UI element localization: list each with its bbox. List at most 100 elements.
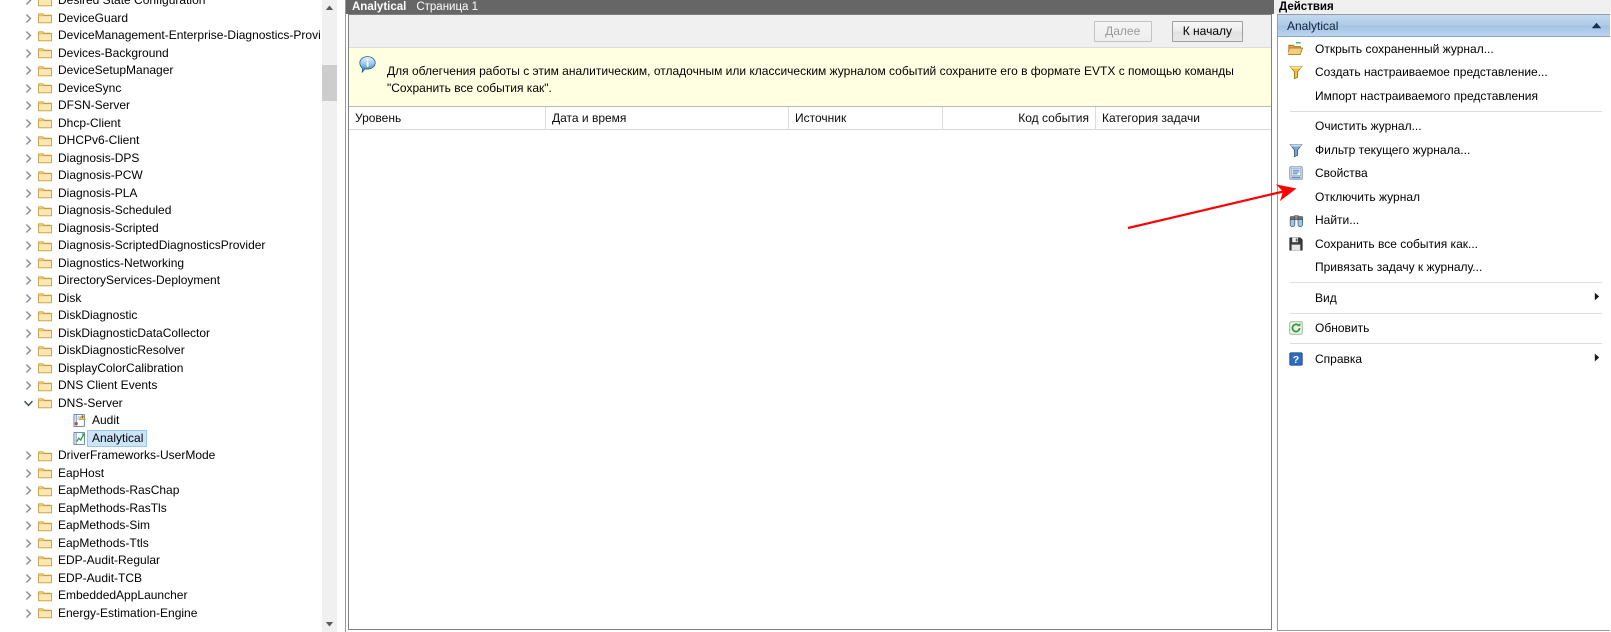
action-item[interactable]: Отключить журнал bbox=[1278, 185, 1610, 209]
tree-item[interactable]: EapMethods-Ttls bbox=[0, 535, 340, 553]
chevron-right-icon[interactable] bbox=[20, 189, 36, 198]
action-item[interactable]: Импорт настраиваемого представления bbox=[1278, 84, 1610, 108]
column-header[interactable]: Код события bbox=[943, 106, 1096, 130]
tree-item[interactable]: Analytical bbox=[0, 429, 340, 448]
tree-item[interactable]: DiskDiagnosticResolver bbox=[0, 342, 340, 360]
tree-item[interactable]: DNS Client Events bbox=[0, 377, 340, 395]
chevron-right-icon[interactable] bbox=[20, 259, 36, 268]
chevron-right-icon[interactable] bbox=[20, 311, 36, 320]
chevron-right-icon[interactable] bbox=[20, 486, 36, 495]
action-item[interactable]: Фильтр текущего журнала... bbox=[1278, 138, 1610, 162]
tree-item[interactable]: Dhcp-Client bbox=[0, 115, 340, 133]
action-item[interactable]: Сохранить все события как... bbox=[1278, 232, 1610, 256]
column-header[interactable]: Дата и время bbox=[546, 106, 789, 130]
tree-item[interactable]: DeviceGuard bbox=[0, 10, 340, 28]
tree-item[interactable]: DeviceManagement-Enterprise-Diagnostics-… bbox=[0, 27, 340, 45]
chevron-up-icon[interactable] bbox=[1591, 21, 1602, 31]
column-header[interactable]: Уровень bbox=[349, 106, 546, 130]
chevron-right-icon[interactable] bbox=[20, 609, 36, 618]
tree-item[interactable]: DFSN-Server bbox=[0, 97, 340, 115]
tree-item[interactable]: DHCPv6-Client bbox=[0, 132, 340, 150]
tree-item[interactable]: Devices-Background bbox=[0, 45, 340, 63]
tree-item[interactable]: Desired State Configuration bbox=[0, 0, 340, 10]
chevron-down-icon[interactable] bbox=[20, 400, 36, 407]
actions-list[interactable]: Открыть сохраненный журнал... Создать нас… bbox=[1278, 37, 1610, 371]
tree-item[interactable]: DisplayColorCalibration bbox=[0, 360, 340, 378]
chevron-right-icon[interactable] bbox=[20, 521, 36, 530]
tree-item[interactable]: EmbeddedAppLauncher bbox=[0, 587, 340, 605]
tree-item[interactable]: DirectoryServices-Deployment bbox=[0, 272, 340, 290]
chevron-right-icon[interactable] bbox=[20, 14, 36, 23]
column-header[interactable]: Категория задачи bbox=[1096, 107, 1274, 130]
tree-item[interactable]: EDP-Audit-TCB bbox=[0, 570, 340, 588]
scroll-thumb[interactable] bbox=[322, 65, 337, 101]
go-to-top-button[interactable]: К началу bbox=[1171, 20, 1243, 42]
chevron-right-icon[interactable] bbox=[20, 329, 36, 338]
tree-item[interactable]: Diagnosis-PCW bbox=[0, 167, 340, 185]
chevron-right-icon[interactable] bbox=[20, 276, 36, 285]
chevron-right-icon[interactable] bbox=[20, 49, 36, 58]
scroll-up-arrow-icon[interactable] bbox=[322, 0, 337, 16]
chevron-right-icon[interactable] bbox=[20, 136, 36, 145]
tree-item[interactable]: EapHost bbox=[0, 465, 340, 483]
tree-item[interactable]: DeviceSync bbox=[0, 80, 340, 98]
chevron-right-icon[interactable] bbox=[20, 0, 36, 5]
chevron-right-icon[interactable] bbox=[20, 224, 36, 233]
event-log-tree[interactable]: Desired State Configuration DeviceGuard De… bbox=[0, 0, 340, 622]
chevron-right-icon[interactable] bbox=[20, 381, 36, 390]
scroll-down-arrow-icon[interactable] bbox=[322, 616, 337, 632]
action-item[interactable]: Привязать задачу к журналу... bbox=[1278, 256, 1610, 280]
action-item[interactable]: Найти... bbox=[1278, 209, 1610, 233]
tree-item[interactable]: Diagnosis-PLA bbox=[0, 185, 340, 203]
chevron-right-icon[interactable] bbox=[20, 66, 36, 75]
column-header[interactable]: Источник bbox=[789, 106, 943, 130]
chevron-right-icon[interactable] bbox=[20, 241, 36, 250]
action-item[interactable]: Очистить журнал... bbox=[1278, 115, 1610, 139]
events-table-header[interactable]: Уровень Дата и время Источник Код события Ка… bbox=[349, 106, 1274, 130]
chevron-right-icon[interactable] bbox=[20, 206, 36, 215]
tree-item[interactable]: Diagnostics-Networking bbox=[0, 255, 340, 273]
chevron-right-icon[interactable] bbox=[20, 294, 36, 303]
tree-item[interactable]: EapMethods-RasChap bbox=[0, 482, 340, 500]
tree-item[interactable]: DriverFrameworks-UserMode bbox=[0, 447, 340, 465]
chevron-right-icon[interactable] bbox=[20, 591, 36, 600]
tree-vertical-scrollbar[interactable] bbox=[322, 0, 337, 632]
tree-item[interactable]: DeviceSetupManager bbox=[0, 62, 340, 80]
tree-item[interactable]: Diagnosis-ScriptedDiagnosticsProvider bbox=[0, 237, 340, 255]
action-item[interactable]: Открыть сохраненный журнал... bbox=[1278, 37, 1610, 61]
chevron-right-icon[interactable] bbox=[20, 451, 36, 460]
action-item[interactable]: ? Справка bbox=[1278, 347, 1610, 371]
chevron-right-icon[interactable] bbox=[20, 364, 36, 373]
chevron-right-icon[interactable] bbox=[20, 31, 36, 40]
tree-item[interactable]: DiskDiagnosticDataCollector bbox=[0, 325, 340, 343]
tree-item[interactable]: Diagnosis-DPS bbox=[0, 150, 340, 168]
chevron-right-icon[interactable] bbox=[20, 154, 36, 163]
tree-item[interactable]: EDP-Audit-Regular bbox=[0, 552, 340, 570]
chevron-right-icon[interactable] bbox=[20, 84, 36, 93]
tree-item[interactable]: EapMethods-RasTls bbox=[0, 500, 340, 518]
chevron-right-icon[interactable] bbox=[20, 574, 36, 583]
chevron-right-icon[interactable] bbox=[20, 504, 36, 513]
chevron-right-icon[interactable] bbox=[20, 539, 36, 548]
chevron-right-icon[interactable] bbox=[20, 469, 36, 478]
chevron-right-icon[interactable] bbox=[20, 346, 36, 355]
actions-group-header[interactable]: Analytical bbox=[1278, 15, 1610, 37]
action-item[interactable]: Вид bbox=[1278, 286, 1610, 310]
tree-item[interactable]: Audit bbox=[0, 412, 340, 430]
next-page-button[interactable]: Далее bbox=[1093, 20, 1152, 42]
tree-item[interactable]: Diagnosis-Scheduled bbox=[0, 202, 340, 220]
tree-item[interactable]: DNS-Server bbox=[0, 395, 340, 413]
action-item[interactable]: Свойства bbox=[1278, 162, 1610, 186]
tree-item[interactable]: Diagnosis-Scripted bbox=[0, 220, 340, 238]
action-item[interactable]: Создать настраиваемое представление... bbox=[1278, 61, 1610, 85]
tree-item[interactable]: DiskDiagnostic bbox=[0, 307, 340, 325]
chevron-right-icon[interactable] bbox=[20, 171, 36, 180]
chevron-right-icon[interactable] bbox=[20, 119, 36, 128]
tree-item[interactable]: Disk bbox=[0, 290, 340, 308]
events-table-rows[interactable] bbox=[349, 130, 1271, 629]
tree-item[interactable]: EapMethods-Sim bbox=[0, 517, 340, 535]
action-item[interactable]: Обновить bbox=[1278, 317, 1610, 341]
chevron-right-icon[interactable] bbox=[20, 556, 36, 565]
tree-item[interactable]: Energy-Estimation-Engine bbox=[0, 605, 340, 623]
chevron-right-icon[interactable] bbox=[20, 101, 36, 110]
